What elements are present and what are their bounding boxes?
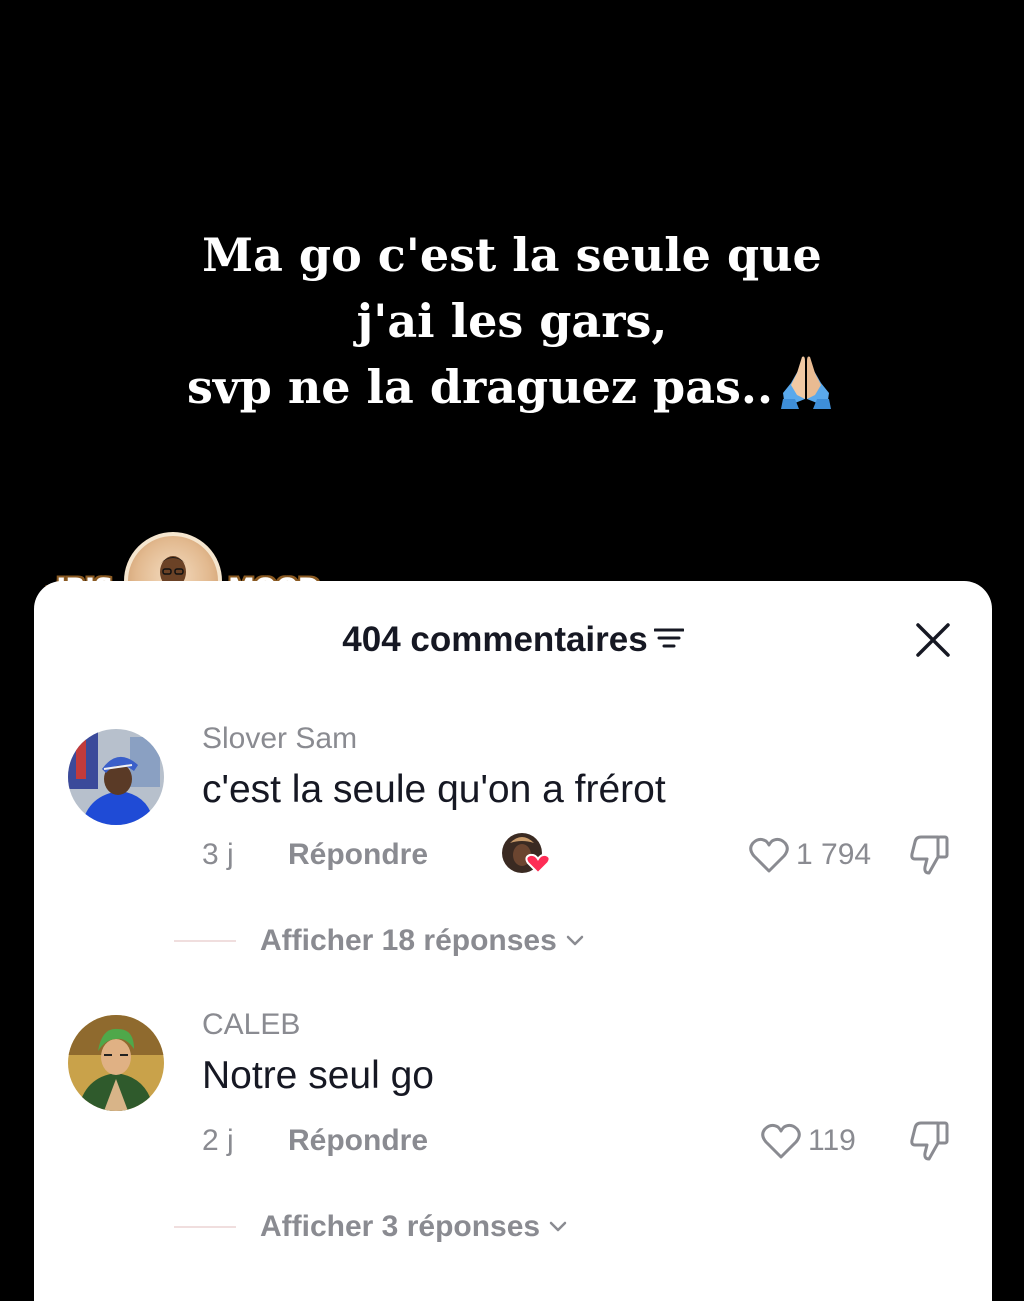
comment-time: 3 j xyxy=(202,838,234,871)
comments-sheet: 404 commentaires Slover Sam c'est la seu… xyxy=(34,581,992,1301)
view-replies-button[interactable]: Afficher 3 réponses xyxy=(174,1209,568,1245)
comments-header: 404 commentaires xyxy=(34,617,992,661)
like-button[interactable]: 119 xyxy=(760,1122,856,1160)
chevron-down-icon xyxy=(566,935,584,946)
avatar[interactable] xyxy=(68,729,164,825)
thumbs-down-icon[interactable] xyxy=(908,1119,952,1163)
heart-outline-icon xyxy=(761,1123,801,1159)
reply-button[interactable]: Répondre xyxy=(288,837,428,873)
filter-icon[interactable] xyxy=(653,617,685,659)
comments-count-title: 404 commentaires xyxy=(342,620,648,659)
caption-line-2: j'ai les gars, xyxy=(356,294,668,348)
comment-text: Notre seul go xyxy=(202,1054,434,1097)
creator-liked-icon xyxy=(500,831,552,877)
heart-outline-icon xyxy=(749,837,789,873)
divider xyxy=(174,1226,236,1228)
comment-time: 2 j xyxy=(202,1124,234,1157)
like-count: 1 794 xyxy=(796,838,872,871)
close-icon[interactable] xyxy=(914,621,952,659)
video-caption: Ma go c'est la seule que j'ai les gars, … xyxy=(0,222,1024,426)
view-replies-button[interactable]: Afficher 18 réponses xyxy=(174,923,585,959)
like-button[interactable]: 1 794 xyxy=(748,836,871,874)
caption-line-3: svp ne la draguez pas.. xyxy=(0,354,1024,426)
folded-hands-emoji-icon xyxy=(775,355,837,426)
caption-line-3-text: svp ne la draguez pas.. xyxy=(187,360,773,414)
comment-username[interactable]: Slover Sam xyxy=(202,721,357,757)
divider xyxy=(174,940,236,942)
caption-line-1: Ma go c'est la seule que xyxy=(202,228,822,282)
comment-username[interactable]: CALEB xyxy=(202,1007,300,1043)
like-count: 119 xyxy=(808,1124,856,1157)
chevron-down-icon xyxy=(549,1221,567,1232)
thumbs-down-icon[interactable] xyxy=(908,833,952,877)
view-replies-label: Afficher 3 réponses xyxy=(260,1210,541,1243)
view-replies-label: Afficher 18 réponses xyxy=(260,924,557,957)
comment-text: c'est la seule qu'on a frérot xyxy=(202,768,666,811)
avatar[interactable] xyxy=(68,1015,164,1111)
reply-button[interactable]: Répondre xyxy=(288,1123,428,1159)
